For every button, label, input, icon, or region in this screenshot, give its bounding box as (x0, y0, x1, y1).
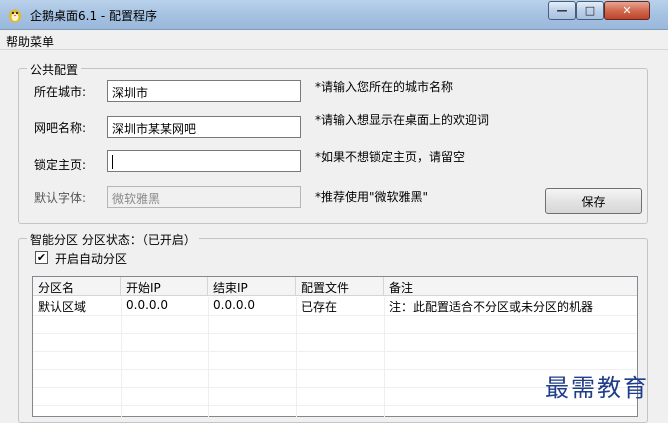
city-field[interactable]: 深圳市 (107, 80, 301, 102)
menu-bar: 帮助菜单 (0, 30, 668, 50)
public-config-legend: 公共配置 (27, 61, 82, 78)
column-header-start-ip[interactable]: 开始IP (121, 277, 208, 296)
table-row[interactable]: 默认区域 0.0.0.0 0.0.0.0 已存在 注：此配置适合不分区或未分区的… (33, 297, 637, 315)
watermark-logo: 最需教育 (545, 374, 649, 402)
cell-start-ip: 0.0.0.0 (126, 298, 168, 312)
save-button[interactable]: 保存 (545, 188, 642, 214)
netbar-hint: *请输入想显示在桌面上的欢迎词 (315, 113, 490, 127)
column-header-end-ip[interactable]: 结束IP (208, 277, 296, 296)
homepage-label: 锁定主页: (34, 158, 87, 172)
cell-config-file: 已存在 (301, 300, 338, 314)
close-icon: ✕ (622, 4, 632, 17)
column-header-config-file[interactable]: 配置文件 (296, 277, 384, 296)
city-label: 所在城市: (34, 85, 87, 99)
column-header-name[interactable]: 分区名 (33, 277, 121, 296)
auto-partition-checkbox[interactable]: ✔ (35, 251, 48, 264)
cell-end-ip: 0.0.0.0 (213, 298, 255, 312)
netbar-name-field[interactable]: 深圳市某某网吧 (107, 116, 301, 138)
maximize-button[interactable]: □ (576, 1, 604, 20)
minimize-icon: — (556, 4, 568, 17)
app-penguin-icon (9, 9, 21, 23)
partition-list-header: 分区名 开始IP 结束IP 配置文件 备注 (33, 277, 637, 296)
column-header-note[interactable]: 备注 (384, 277, 639, 296)
font-hint: *推荐使用"微软雅黑" (315, 190, 429, 204)
menu-help[interactable]: 帮助菜单 (6, 33, 54, 50)
font-label: 默认字体: (34, 191, 87, 205)
homepage-hint: *如果不想锁定主页，请留空 (315, 150, 466, 164)
title-bar: 企鹅桌面6.1 - 配置程序 — □ ✕ (0, 0, 668, 30)
close-button[interactable]: ✕ (604, 1, 650, 20)
text-caret (112, 154, 113, 169)
grid-line (33, 315, 637, 316)
maximize-icon: □ (584, 4, 596, 17)
grid-line (33, 351, 637, 352)
auto-partition-label[interactable]: 开启自动分区 (55, 250, 127, 267)
netbar-label: 网吧名称: (34, 121, 87, 135)
cell-note: 注：此配置适合不分区或未分区的机器 (389, 300, 594, 314)
window-title: 企鹅桌面6.1 - 配置程序 (30, 9, 158, 23)
font-field: 微软雅黑 (107, 186, 301, 208)
minimize-button[interactable]: — (548, 1, 576, 20)
grid-line (33, 405, 637, 406)
city-hint: *请输入您所在的城市名称 (315, 80, 454, 94)
grid-line (33, 333, 637, 334)
cell-partition-name: 默认区域 (38, 300, 87, 314)
homepage-field[interactable] (107, 150, 301, 172)
smart-partition-legend: 智能分区 分区状态：（已开启） (27, 231, 199, 248)
